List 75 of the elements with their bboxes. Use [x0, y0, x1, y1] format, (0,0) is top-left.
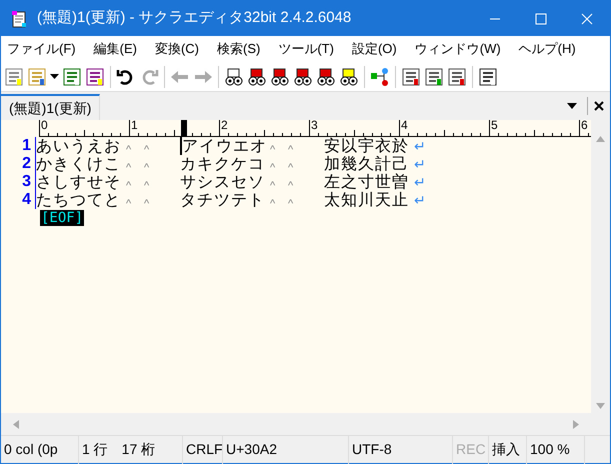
ruler-number: 6	[581, 118, 588, 132]
ruler-number: 3	[311, 118, 318, 132]
menu-item[interactable]: 編集(E)	[94, 39, 137, 59]
eyes-icon[interactable]	[224, 66, 244, 86]
ruler-number: 1	[131, 118, 138, 132]
code-text: アイウエオ	[182, 137, 268, 155]
code-text: カキクケコ	[180, 155, 266, 173]
menu-item[interactable]: ファイル(F)	[7, 39, 76, 59]
code-text: サシスセソ	[180, 173, 266, 191]
caret-icon[interactable]	[50, 74, 59, 79]
code-text: さしすせそ	[36, 173, 122, 191]
status-field: 0 col (0p	[1, 436, 79, 464]
line-break-marker: ↵	[414, 173, 426, 191]
tab-marker: ^	[270, 144, 276, 156]
window-title: (無題)1(更新) - サクラエディタ32bit 2.4.2.6048	[37, 8, 352, 28]
line-number: 1	[21, 137, 32, 155]
ruler-number: 2	[221, 118, 228, 132]
tab-marker: ^	[144, 144, 150, 156]
eyes-icon[interactable]	[270, 66, 290, 86]
status-field: U+30A2	[223, 436, 349, 464]
window-list-icon[interactable]	[478, 66, 498, 86]
menu-item[interactable]: ウィンドウ(W)	[414, 39, 501, 59]
ruler-number: 4	[401, 118, 408, 132]
line-break-marker: ↵	[414, 191, 426, 209]
code-text: あいうえお	[36, 137, 122, 155]
tab-marker: ^	[126, 144, 132, 156]
menu-item[interactable]: 設定(O)	[352, 39, 397, 59]
notepad-icon	[11, 10, 27, 28]
line-break-marker: ↵	[414, 155, 426, 173]
line-number: 3	[21, 173, 32, 191]
code-text: 安以宇衣於	[324, 137, 410, 155]
node-graph-icon[interactable]	[370, 66, 390, 86]
line-number: 2	[21, 155, 32, 173]
status-field: UTF-8	[349, 436, 453, 464]
code-text: タチツテト	[180, 191, 266, 209]
tab-marker: ^	[126, 180, 132, 192]
status-field: REC	[453, 436, 489, 464]
tab-marker: ^	[126, 198, 132, 210]
eyes-icon[interactable]	[293, 66, 313, 86]
eyes-icon[interactable]	[339, 66, 359, 86]
tab-marker: ^	[288, 180, 294, 192]
code-text: たちつてと	[36, 191, 122, 209]
ruler-number: 5	[491, 118, 498, 132]
menu-item[interactable]: ツール(T)	[278, 39, 334, 59]
code-text: かきくけこ	[36, 155, 122, 173]
tab-marker: ^	[288, 162, 294, 174]
line-break-marker: ↵	[414, 137, 426, 155]
close-icon[interactable]	[594, 101, 604, 111]
new-file-icon[interactable]	[4, 66, 24, 86]
ruler-number: 0	[41, 118, 48, 132]
status-field: 挿入	[489, 436, 527, 464]
menu-item[interactable]: 検索(S)	[217, 39, 260, 59]
tab-marker: ^	[144, 180, 150, 192]
tab-marker: ^	[288, 198, 294, 210]
menu-item[interactable]: ヘルプ(H)	[518, 39, 576, 59]
tab-marker: ^	[144, 198, 150, 210]
line-number: 4	[21, 191, 32, 209]
tab-marker: ^	[144, 162, 150, 174]
status-field: 100 %	[527, 436, 585, 464]
tab-marker: ^	[270, 198, 276, 210]
status-field: CRLF	[183, 436, 223, 464]
tab[interactable]: (無題)1(更新)	[1, 94, 100, 120]
code-text: 左之寸世曽	[324, 173, 410, 191]
menu-item[interactable]: 変換(C)	[154, 39, 199, 59]
code-text: 加幾久計己	[324, 155, 410, 173]
eof-marker: [EOF]	[40, 210, 84, 226]
dropdown-icon[interactable]	[567, 103, 577, 109]
eyes-icon[interactable]	[316, 66, 336, 86]
tab-marker: ^	[270, 162, 276, 174]
code-text: 太知川天止	[324, 191, 410, 209]
tab-marker: ^	[270, 180, 276, 192]
tab-marker: ^	[288, 144, 294, 156]
tab-marker: ^	[126, 162, 132, 174]
eyes-icon[interactable]	[247, 66, 267, 86]
status-field: 1 行 17 桁	[79, 436, 183, 464]
